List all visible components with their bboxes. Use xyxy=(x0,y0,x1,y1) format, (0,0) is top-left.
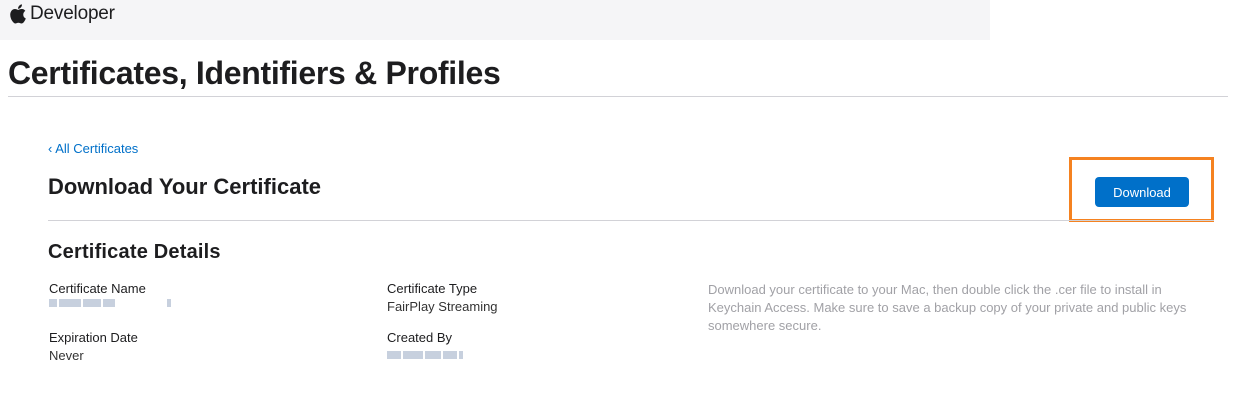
created-by-label: Created By xyxy=(387,330,453,345)
certificate-name-value-redacted xyxy=(49,298,171,308)
section-heading: Download Your Certificate xyxy=(48,174,322,199)
apple-logo-icon xyxy=(10,4,26,24)
global-header: Developer xyxy=(0,0,990,40)
download-button[interactable]: Download xyxy=(1095,177,1189,207)
all-certificates-link[interactable]: ‹ All Certificates xyxy=(48,141,138,156)
certificate-type-value: FairPlay Streaming xyxy=(387,299,498,314)
certificate-type-label: Certificate Type xyxy=(387,281,478,296)
brand-text: Developer xyxy=(30,3,115,24)
expiration-date-label: Expiration Date xyxy=(49,330,138,345)
expiration-date-value: Never xyxy=(49,348,84,363)
certificate-name-label: Certificate Name xyxy=(49,281,146,296)
section-divider xyxy=(48,220,1214,221)
title-divider xyxy=(8,96,1228,97)
developer-home-link[interactable]: Developer xyxy=(10,3,115,25)
download-instructions: Download your certificate to your Mac, t… xyxy=(708,282,1187,333)
page-title: Certificates, Identifiers & Profiles xyxy=(8,55,501,91)
details-heading: Certificate Details xyxy=(48,241,221,263)
created-by-value-redacted xyxy=(387,350,463,360)
